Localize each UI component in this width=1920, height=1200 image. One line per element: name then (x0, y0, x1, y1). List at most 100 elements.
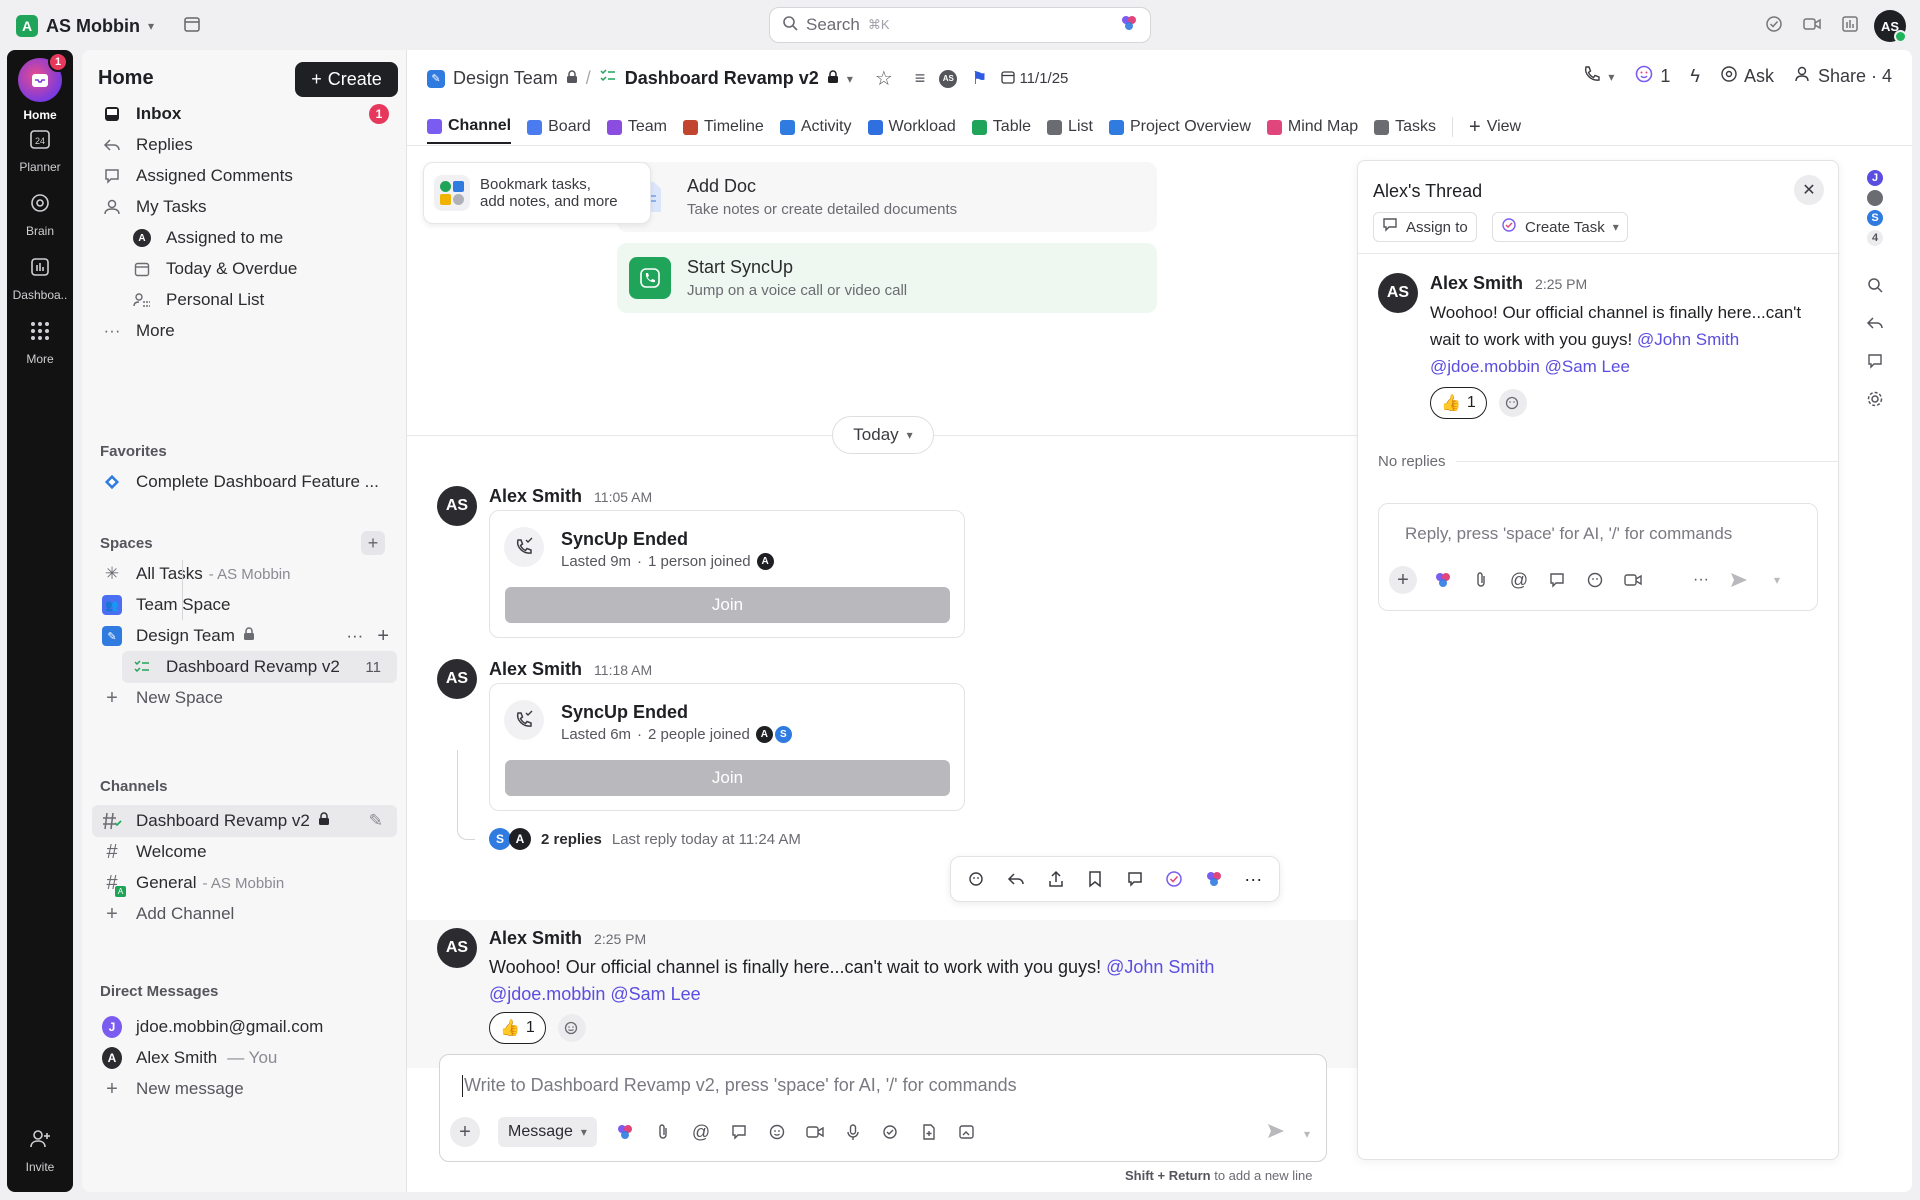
rail-dashboards[interactable]: Dashboa.. (7, 252, 73, 302)
chevron-down-icon[interactable]: ▾ (1304, 1127, 1310, 1141)
automation-button[interactable]: ϟ (1690, 66, 1700, 87)
tab-channel[interactable]: Channel (427, 110, 512, 144)
composer-input[interactable]: Write to Dashboard Revamp v2, press 'spa… (464, 1075, 1017, 1096)
join-button[interactable]: Join (505, 760, 950, 796)
more-dots-icon[interactable]: ··· (346, 626, 363, 646)
check-circle-icon[interactable] (1764, 14, 1784, 34)
reaction-thumbs-up[interactable]: 👍 1 (1430, 387, 1487, 419)
search-bar[interactable]: Search ⌘K (769, 7, 1151, 43)
user-avatar[interactable]: AS (1874, 10, 1907, 43)
ai-sparkle-icon[interactable] (1120, 14, 1138, 37)
tab-timeline[interactable]: Timeline (682, 110, 764, 144)
sidebar-item-dashboard-revamp[interactable]: Dashboard Revamp v2 11 (122, 651, 397, 683)
ask-button[interactable]: Ask (1720, 65, 1774, 88)
channel-item-welcome[interactable]: # Welcome (82, 836, 407, 868)
mention-icon[interactable]: @ (691, 1122, 711, 1142)
attach-icon[interactable] (653, 1122, 673, 1142)
date-jump-button[interactable]: Today ▾ (832, 416, 934, 454)
bookmark-icon[interactable] (1085, 869, 1105, 889)
ai-sparkle-icon[interactable] (615, 1122, 635, 1142)
send-icon[interactable] (1266, 1122, 1286, 1145)
sidebar-item-design-team[interactable]: ✎ Design Team ··· + (82, 620, 407, 652)
message-composer[interactable]: Write to Dashboard Revamp v2, press 'spa… (439, 1054, 1327, 1162)
avatar[interactable]: S (1865, 208, 1885, 228)
thread-replies-link[interactable]: S A 2 replies Last reply today at 11:24 … (489, 828, 801, 850)
message-type-select[interactable]: Message ▾ (498, 1117, 597, 1147)
reply-composer[interactable]: Reply, press 'space' for AI, '/' for com… (1378, 503, 1818, 611)
ai-sparkle-icon[interactable] (1204, 869, 1224, 889)
sidebar-item-assigned-to-me[interactable]: A Assigned to me (82, 222, 407, 254)
rail-home[interactable]: 1 Home (7, 52, 73, 122)
create-task-button[interactable]: Create Task ▾ (1492, 212, 1628, 242)
doc-add-icon[interactable] (919, 1122, 939, 1142)
edit-pencil-icon[interactable]: ✎ (369, 811, 383, 831)
comment-icon[interactable] (1865, 351, 1885, 371)
mention-icon[interactable]: @ (1507, 568, 1531, 592)
tab-activity[interactable]: Activity (779, 110, 852, 144)
close-button[interactable]: ✕ (1794, 175, 1824, 205)
avatar[interactable]: J (1865, 168, 1885, 188)
reply-input[interactable]: Reply, press 'space' for AI, '/' for com… (1405, 524, 1732, 544)
image-add-icon[interactable] (957, 1122, 977, 1142)
rail-more[interactable]: More (7, 316, 73, 366)
plus-icon[interactable]: + (377, 625, 389, 648)
due-date[interactable]: 11/1/25 (1001, 70, 1068, 88)
rail-invite[interactable]: Invite (7, 1124, 73, 1174)
gear-icon[interactable] (1865, 389, 1885, 409)
video-icon[interactable] (1802, 14, 1822, 34)
assign-to-button[interactable]: Assign to (1373, 212, 1477, 242)
assign-comment-icon[interactable] (1125, 869, 1145, 889)
sidebar-item-personal-list[interactable]: Personal List (82, 284, 407, 316)
avatar-photo[interactable] (1865, 188, 1885, 208)
add-space-button[interactable]: + (361, 531, 385, 555)
mention[interactable]: @John Smith (1106, 957, 1214, 977)
tab-workload[interactable]: Workload (867, 110, 956, 144)
sidebar-item-today-overdue[interactable]: Today & Overdue (82, 253, 407, 285)
breadcrumb-list[interactable]: Dashboard Revamp v2 (625, 68, 819, 89)
dm-item-jdoe[interactable]: J jdoe.mobbin@gmail.com (82, 1011, 407, 1043)
tab-project-overview[interactable]: Project Overview (1108, 110, 1251, 144)
tab-mind-map[interactable]: Mind Map (1266, 110, 1358, 144)
star-icon[interactable]: ☆ (875, 66, 893, 91)
mention[interactable]: @jdoe.mobbin (1430, 357, 1540, 376)
mention[interactable]: @jdoe.mobbin (489, 984, 605, 1004)
avatar[interactable]: AS (437, 486, 477, 526)
rail-brain[interactable]: Brain (7, 188, 73, 238)
more-dots-icon[interactable]: ··· (1243, 869, 1263, 889)
reply-icon[interactable] (1865, 313, 1885, 333)
author-name[interactable]: Alex Smith (489, 659, 582, 680)
send-icon[interactable] (1727, 568, 1751, 592)
assignee-avatar[interactable]: AS (939, 69, 958, 88)
chevron-down-icon[interactable]: ▾ (847, 72, 853, 86)
dm-item-alex[interactable]: A Alex Smith — You (82, 1042, 407, 1074)
mention[interactable]: @Sam Lee (610, 984, 700, 1004)
sidebar-item-assigned-comments[interactable]: Assigned Comments (82, 160, 407, 192)
watchers-button[interactable]: 1 (1634, 64, 1670, 89)
join-button[interactable]: Join (505, 587, 950, 623)
author-name[interactable]: Alex Smith (1430, 273, 1523, 294)
sidebar-item-add-channel[interactable]: + Add Channel (82, 898, 407, 930)
sidebar-item-new-message[interactable]: + New message (82, 1073, 407, 1105)
bookmark-hint-card[interactable]: Bookmark tasks, add notes, and more (423, 162, 651, 224)
video-icon[interactable] (805, 1122, 825, 1142)
search-icon[interactable] (1865, 275, 1885, 295)
breadcrumb-space[interactable]: Design Team (453, 68, 558, 89)
sidebar-item-my-tasks[interactable]: My Tasks (82, 191, 407, 223)
emoji-add-icon[interactable] (967, 869, 987, 889)
sidebar-item-replies[interactable]: Replies (82, 129, 407, 161)
tab-team[interactable]: Team (606, 110, 667, 144)
add-attachment-button[interactable]: + (1389, 566, 1417, 594)
add-doc-card[interactable]: Add Doc Take notes or create detailed do… (617, 162, 1157, 232)
share-upload-icon[interactable] (1046, 869, 1066, 889)
more-dots-icon[interactable]: ··· (1689, 568, 1713, 592)
tab-list[interactable]: List (1047, 110, 1093, 144)
sidebar-item-all-tasks[interactable]: ✳ All Tasks - AS Mobbin (82, 558, 407, 590)
channel-item-dashboard-revamp[interactable]: Dashboard Revamp v2 ✎ (92, 805, 397, 837)
description-icon[interactable]: ≡ (915, 68, 926, 89)
tab-tasks[interactable]: Tasks (1374, 110, 1436, 144)
channel-item-general[interactable]: # A General - AS Mobbin (82, 867, 407, 899)
create-task-icon[interactable] (1164, 869, 1184, 889)
flag-icon[interactable]: ⚑ (971, 68, 987, 89)
add-attachment-button[interactable]: + (450, 1117, 480, 1147)
comment-icon[interactable] (729, 1122, 749, 1142)
